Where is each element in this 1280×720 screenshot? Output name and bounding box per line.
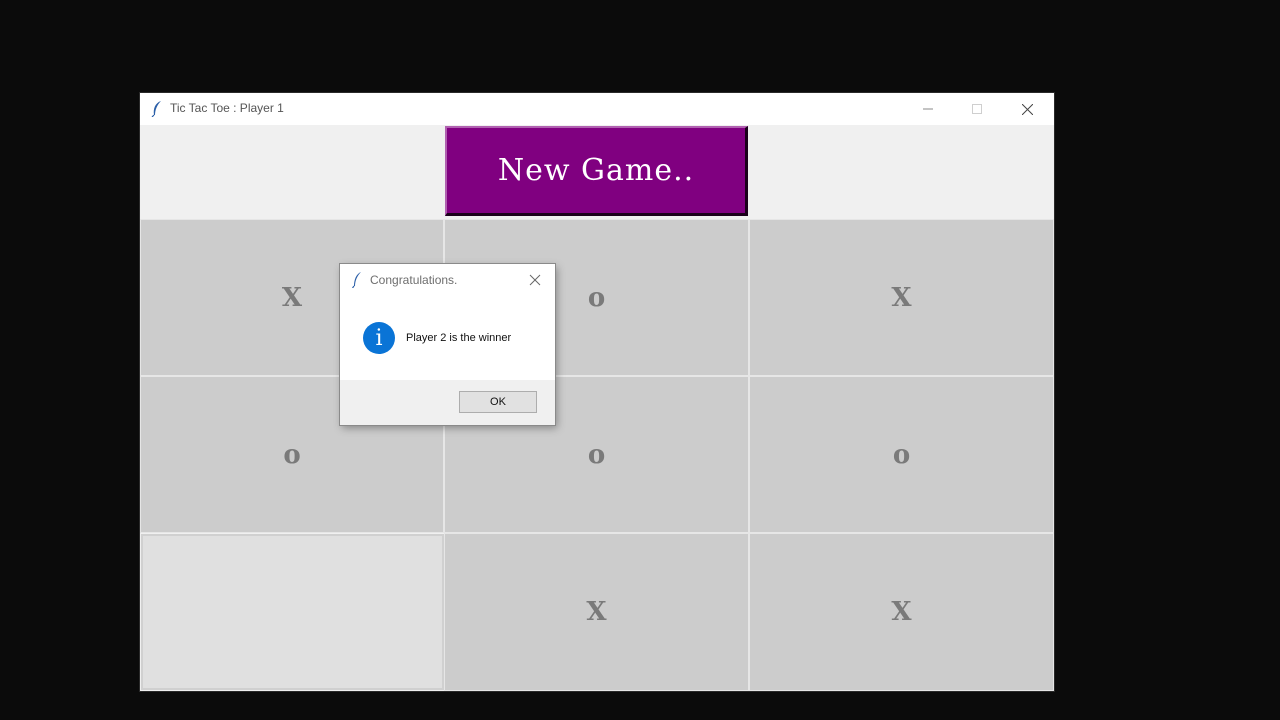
feather-icon xyxy=(151,101,161,117)
board-cell-3[interactable]: X xyxy=(749,219,1054,376)
maximize-icon xyxy=(972,104,982,114)
minimize-button[interactable] xyxy=(905,93,951,125)
app-window: Tic Tac Toe : Player 1 New Game.. X o X … xyxy=(140,93,1054,691)
board-cell-9[interactable]: X xyxy=(749,533,1054,691)
new-game-button[interactable]: New Game.. xyxy=(445,126,748,216)
dialog-message: Player 2 is the winner xyxy=(406,332,512,344)
close-icon[interactable] xyxy=(528,273,542,287)
close-button[interactable] xyxy=(1004,93,1050,125)
dialog-title: Congratulations. xyxy=(370,273,458,287)
maximize-button[interactable] xyxy=(954,93,1000,125)
dialog-footer: OK xyxy=(340,380,555,425)
ok-button[interactable]: OK xyxy=(459,391,537,413)
minimize-icon xyxy=(923,108,933,110)
winner-dialog: Congratulations. i Player 2 is the winne… xyxy=(340,264,555,425)
window-title: Tic Tac Toe : Player 1 xyxy=(170,101,284,115)
feather-icon xyxy=(352,272,361,288)
board-cell-7[interactable] xyxy=(141,534,444,690)
board-cell-6[interactable]: o xyxy=(749,376,1054,533)
board-cell-8[interactable]: X xyxy=(444,533,749,691)
info-icon: i xyxy=(363,322,395,354)
title-bar[interactable]: Tic Tac Toe : Player 1 xyxy=(140,93,1054,125)
close-icon xyxy=(1021,103,1033,115)
